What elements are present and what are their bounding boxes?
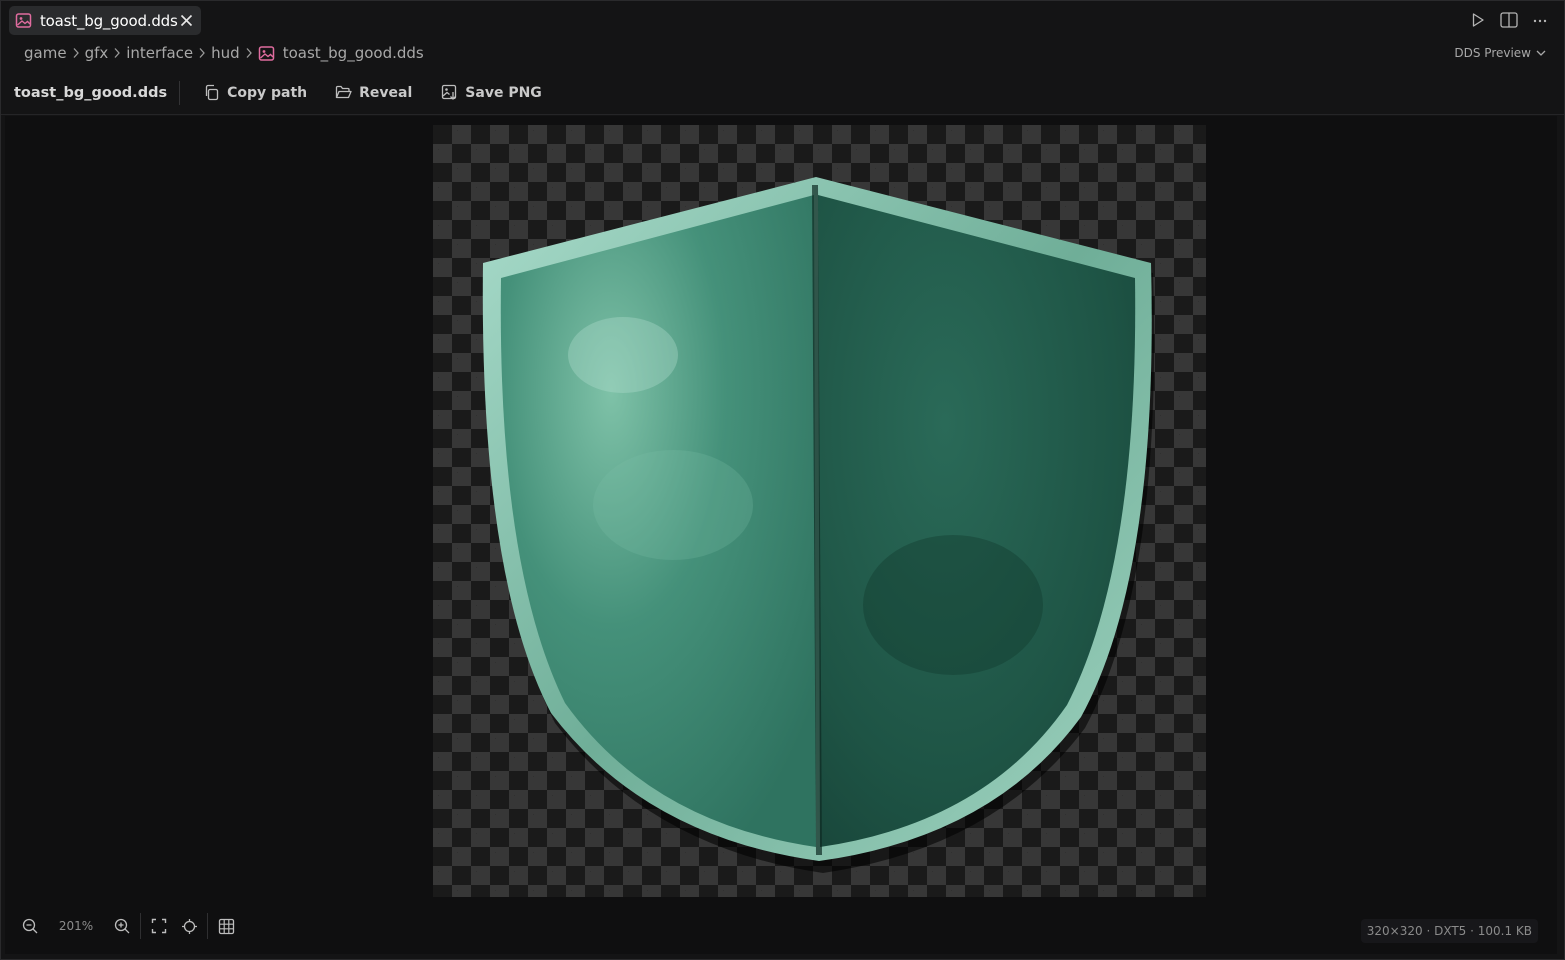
chevron-right-icon: [113, 47, 121, 59]
grid-icon: [218, 918, 234, 934]
breadcrumb-item-gfx[interactable]: gfx: [85, 44, 109, 62]
save-png-label: Save PNG: [465, 84, 542, 101]
close-icon[interactable]: [178, 12, 194, 28]
breadcrumb: game gfx interface hud toast_bg_good.dds: [24, 43, 424, 63]
preview-mode-dropdown[interactable]: DDS Preview: [1454, 46, 1546, 60]
breadcrumb-item-interface[interactable]: interface: [126, 44, 193, 62]
file-title: toast_bg_good.dds: [14, 80, 181, 105]
reveal-label: Reveal: [359, 84, 413, 101]
chevron-down-icon: [1536, 46, 1546, 60]
image-info-badge: 320×320 · DXT5 · 100.1 KB: [1360, 919, 1538, 943]
reveal-button[interactable]: Reveal: [335, 85, 412, 101]
copy-path-label: Copy path: [227, 84, 308, 101]
zoom-in-icon: [114, 918, 129, 933]
zoom-out-button[interactable]: [15, 911, 45, 941]
chevron-right-icon: [198, 47, 206, 59]
breadcrumb-item-game[interactable]: game: [24, 44, 67, 62]
image-file-icon: [258, 45, 275, 62]
breadcrumb-item-hud[interactable]: hud: [211, 44, 240, 62]
center-button[interactable]: [174, 911, 204, 941]
more-icon[interactable]: [1530, 10, 1550, 30]
zoom-level: 201%: [58, 919, 94, 933]
chevron-right-icon: [245, 47, 253, 59]
grid-toggle-button[interactable]: [211, 911, 241, 941]
copy-path-button[interactable]: Copy path: [203, 84, 307, 101]
preview-toolbar: toast_bg_good.dds Copy path Reveal Save: [1, 71, 1564, 115]
divider: [140, 913, 141, 939]
preview-canvas[interactable]: [5, 116, 1557, 954]
resize-handle[interactable]: [1, 471, 4, 491]
zoom-in-button[interactable]: [107, 911, 137, 941]
fit-to-view-button[interactable]: [144, 911, 174, 941]
divider: [207, 913, 208, 939]
tab-label: toast_bg_good.dds: [40, 11, 178, 30]
save-png-button[interactable]: Save PNG: [441, 84, 542, 101]
save-image-icon: [442, 84, 457, 100]
preview-mode-label: DDS Preview: [1454, 46, 1531, 60]
split-editor-icon[interactable]: [1499, 10, 1519, 30]
editor-actions: [1468, 10, 1550, 30]
run-icon[interactable]: [1468, 10, 1488, 30]
tab-bar: toast_bg_good.dds: [1, 1, 1564, 39]
breadcrumb-item-file[interactable]: toast_bg_good.dds: [283, 44, 424, 62]
image-file-icon: [15, 12, 32, 29]
copy-icon: [205, 84, 219, 101]
folder-open-icon: [335, 85, 352, 99]
shield-image: [482, 177, 1155, 873]
texture-preview: [433, 125, 1206, 897]
zoom-out-icon: [22, 918, 37, 933]
chevron-right-icon: [72, 47, 80, 59]
dds-preview-window: toast_bg_good.dds game gfx interface hud…: [0, 0, 1565, 960]
tab-toast-bg-good[interactable]: toast_bg_good.dds: [9, 6, 201, 35]
zoom-controls: 201%: [15, 911, 241, 941]
fit-screen-icon: [151, 918, 167, 934]
crosshair-icon: [181, 918, 197, 934]
